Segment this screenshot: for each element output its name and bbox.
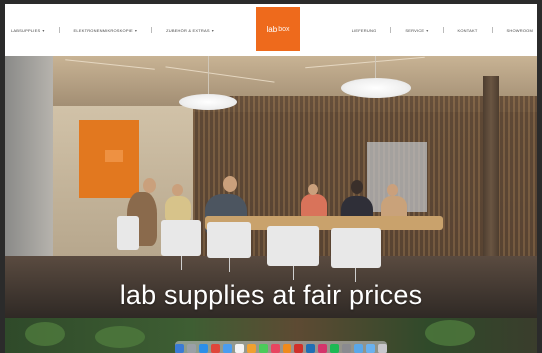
indesign-icon[interactable] <box>318 343 328 353</box>
music-icon[interactable] <box>270 343 280 353</box>
pendant-lamp <box>179 94 237 110</box>
illustrator-icon[interactable] <box>282 343 292 353</box>
foliage <box>425 320 475 346</box>
nav-item-label: Service <box>405 27 425 33</box>
chevron-down-icon: ▾ <box>42 27 45 33</box>
nav-divider <box>390 27 392 33</box>
chrome-icon[interactable] <box>210 343 220 353</box>
wall-logo-mark <box>105 150 123 162</box>
chair-leg <box>181 256 182 270</box>
launchpad-icon[interactable] <box>187 343 196 353</box>
person-head <box>351 180 363 194</box>
lamp-wire <box>208 56 209 94</box>
office-chair <box>267 226 319 266</box>
nav-right: Lieferung Service ▾ Kontakt Showroom <box>352 27 533 33</box>
person-head <box>308 184 318 195</box>
browser-viewport: Labsupplies ▾ Elektronenmikroskopie ▾ Zu… <box>5 4 537 353</box>
spotify-icon[interactable] <box>330 343 340 353</box>
nav-divider <box>151 27 153 33</box>
foliage <box>25 322 65 346</box>
labbox-logo[interactable]: lab box <box>256 7 300 51</box>
nav-item-labsupplies[interactable]: Labsupplies ▾ <box>11 27 45 33</box>
nav-item-label: Showroom <box>506 27 533 33</box>
chair-leg <box>293 266 294 280</box>
chevron-down-icon: ▾ <box>426 27 429 33</box>
mail-icon[interactable] <box>222 343 232 353</box>
nav-item-lieferung[interactable]: Lieferung <box>352 27 377 33</box>
nav-item-label: Zubehör & Extras <box>166 27 210 33</box>
office-chair <box>117 216 139 250</box>
downloads-icon[interactable] <box>366 343 375 353</box>
person-figure <box>165 196 191 222</box>
calendar-icon[interactable] <box>234 343 244 353</box>
folder-icon[interactable] <box>354 343 364 353</box>
nav-item-service[interactable]: Service ▾ <box>405 27 428 33</box>
person-head <box>387 184 398 196</box>
pendant-lamp <box>341 78 411 98</box>
nav-item-label: Elektronenmikroskopie <box>73 27 133 33</box>
nav-divider <box>491 27 493 33</box>
acrobat-icon[interactable] <box>294 343 304 353</box>
chevron-down-icon: ▾ <box>134 27 138 33</box>
person-head <box>143 178 156 193</box>
chevron-down-icon: ▾ <box>211 27 214 33</box>
safari-icon[interactable] <box>198 343 208 353</box>
nav-divider <box>442 27 444 33</box>
person-head <box>223 176 237 192</box>
nav-item-kontakt[interactable]: Kontakt <box>458 27 478 33</box>
logo-part-box: box <box>278 25 290 33</box>
person-head <box>172 184 183 196</box>
nav-item-zubehoer[interactable]: Zubehör & Extras ▾ <box>166 27 214 33</box>
nav-item-showroom[interactable]: Showroom <box>507 27 534 33</box>
hero-banner: lab supplies at fair prices <box>5 56 537 318</box>
nav-item-label: Labsupplies <box>11 27 41 33</box>
finder-icon[interactable] <box>175 343 184 353</box>
nav-divider <box>58 27 60 33</box>
nav-left: Labsupplies ▾ Elektronenmikroskopie ▾ Zu… <box>11 27 214 33</box>
site-header: Labsupplies ▾ Elektronenmikroskopie ▾ Zu… <box>5 4 537 56</box>
office-chair <box>331 228 381 268</box>
nav-item-label: Lieferung <box>351 27 377 33</box>
macos-dock <box>175 341 387 353</box>
foliage <box>95 326 145 348</box>
messages-icon[interactable] <box>258 343 268 353</box>
settings-icon[interactable] <box>342 343 352 353</box>
nav-item-elektronenmikroskopie[interactable]: Elektronenmikroskopie ▾ <box>74 27 138 33</box>
trash-icon[interactable] <box>378 343 387 353</box>
logo-part-lab: lab <box>266 24 278 34</box>
photoshop-icon[interactable] <box>306 343 316 353</box>
hero-headline: lab supplies at fair prices <box>119 280 423 310</box>
orange-wall-panel <box>79 120 139 198</box>
office-chair <box>161 220 201 256</box>
chair-leg <box>229 258 230 272</box>
lamp-wire <box>375 56 376 78</box>
office-chair <box>207 222 251 258</box>
nav-item-label: Kontakt <box>457 27 478 33</box>
photos-icon[interactable] <box>246 343 256 353</box>
